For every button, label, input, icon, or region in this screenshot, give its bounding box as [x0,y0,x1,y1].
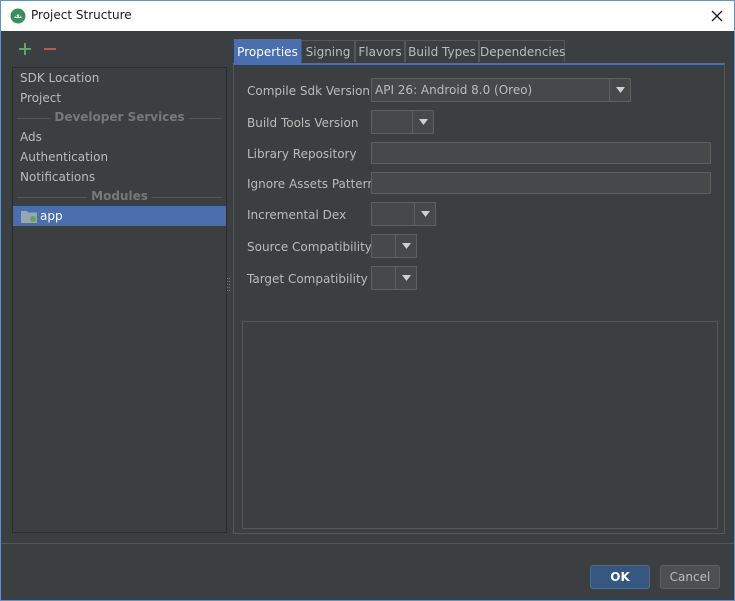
tab-flavors[interactable]: Flavors [355,40,405,62]
build-tools-dropdown[interactable] [371,110,434,134]
build-tools-label: Build Tools Version [247,116,359,130]
android-studio-icon [10,8,26,24]
details-area [242,321,718,529]
properties-panel: Compile Sdk Version API 26: Android 8.0 … [233,63,725,534]
sidebar-item-authentication[interactable]: Authentication [13,147,226,167]
cancel-button[interactable]: Cancel [660,565,720,589]
chevron-down-icon [395,267,416,289]
sidebar-item-notifications[interactable]: Notifications [13,167,226,187]
sidebar-item-project[interactable]: Project [13,88,226,108]
modules-header: Modules [13,187,226,207]
library-repository-field[interactable] [371,142,711,164]
close-button[interactable] [700,1,734,31]
incremental-dex-dropdown[interactable] [371,202,436,226]
ok-button[interactable]: OK [590,565,650,589]
close-icon [711,10,723,22]
module-label: app [40,209,63,223]
tab-properties[interactable]: Properties [234,39,301,63]
chevron-down-icon [412,111,433,133]
source-compatibility-dropdown[interactable] [371,234,417,258]
footer-divider [1,543,734,544]
target-compatibility-dropdown[interactable] [371,266,417,290]
source-compatibility-label: Source Compatibility [247,240,372,254]
sidebar-item-ads[interactable]: Ads [13,127,226,147]
tab-signing[interactable]: Signing [301,40,355,62]
library-repository-label: Library Repository [247,147,357,161]
settings-list: SDK Location Project Developer Services … [12,67,227,533]
title-bar: Project Structure [1,1,734,31]
sidebar-item-app[interactable]: app [13,206,226,226]
compile-sdk-value: API 26: Android 8.0 (Oreo) [375,83,533,97]
chevron-down-icon [414,203,435,225]
chevron-down-icon [609,79,630,101]
target-compatibility-label: Target Compatibility [247,272,368,286]
ignore-assets-label: Ignore Assets Pattern [247,177,376,191]
sidebar-item-sdk-location[interactable]: SDK Location [13,68,226,88]
minus-icon[interactable] [43,42,57,56]
compile-sdk-dropdown[interactable]: API 26: Android 8.0 (Oreo) [371,78,631,102]
module-folder-icon [21,211,37,223]
plus-icon[interactable] [18,42,32,56]
splitter-handle[interactable] [227,278,231,292]
developer-services-header: Developer Services [13,108,226,128]
tab-build-types[interactable]: Build Types [405,40,479,62]
dialog-content: SDK Location Project Developer Services … [1,31,734,600]
incremental-dex-label: Incremental Dex [247,208,347,222]
window-title: Project Structure [31,8,132,22]
chevron-down-icon [395,235,416,257]
compile-sdk-label: Compile Sdk Version [247,84,371,98]
ignore-assets-field[interactable] [371,172,711,194]
project-structure-dialog: Project Structure SDK Location Project D… [0,0,735,601]
tab-dependencies[interactable]: Dependencies [479,40,565,62]
